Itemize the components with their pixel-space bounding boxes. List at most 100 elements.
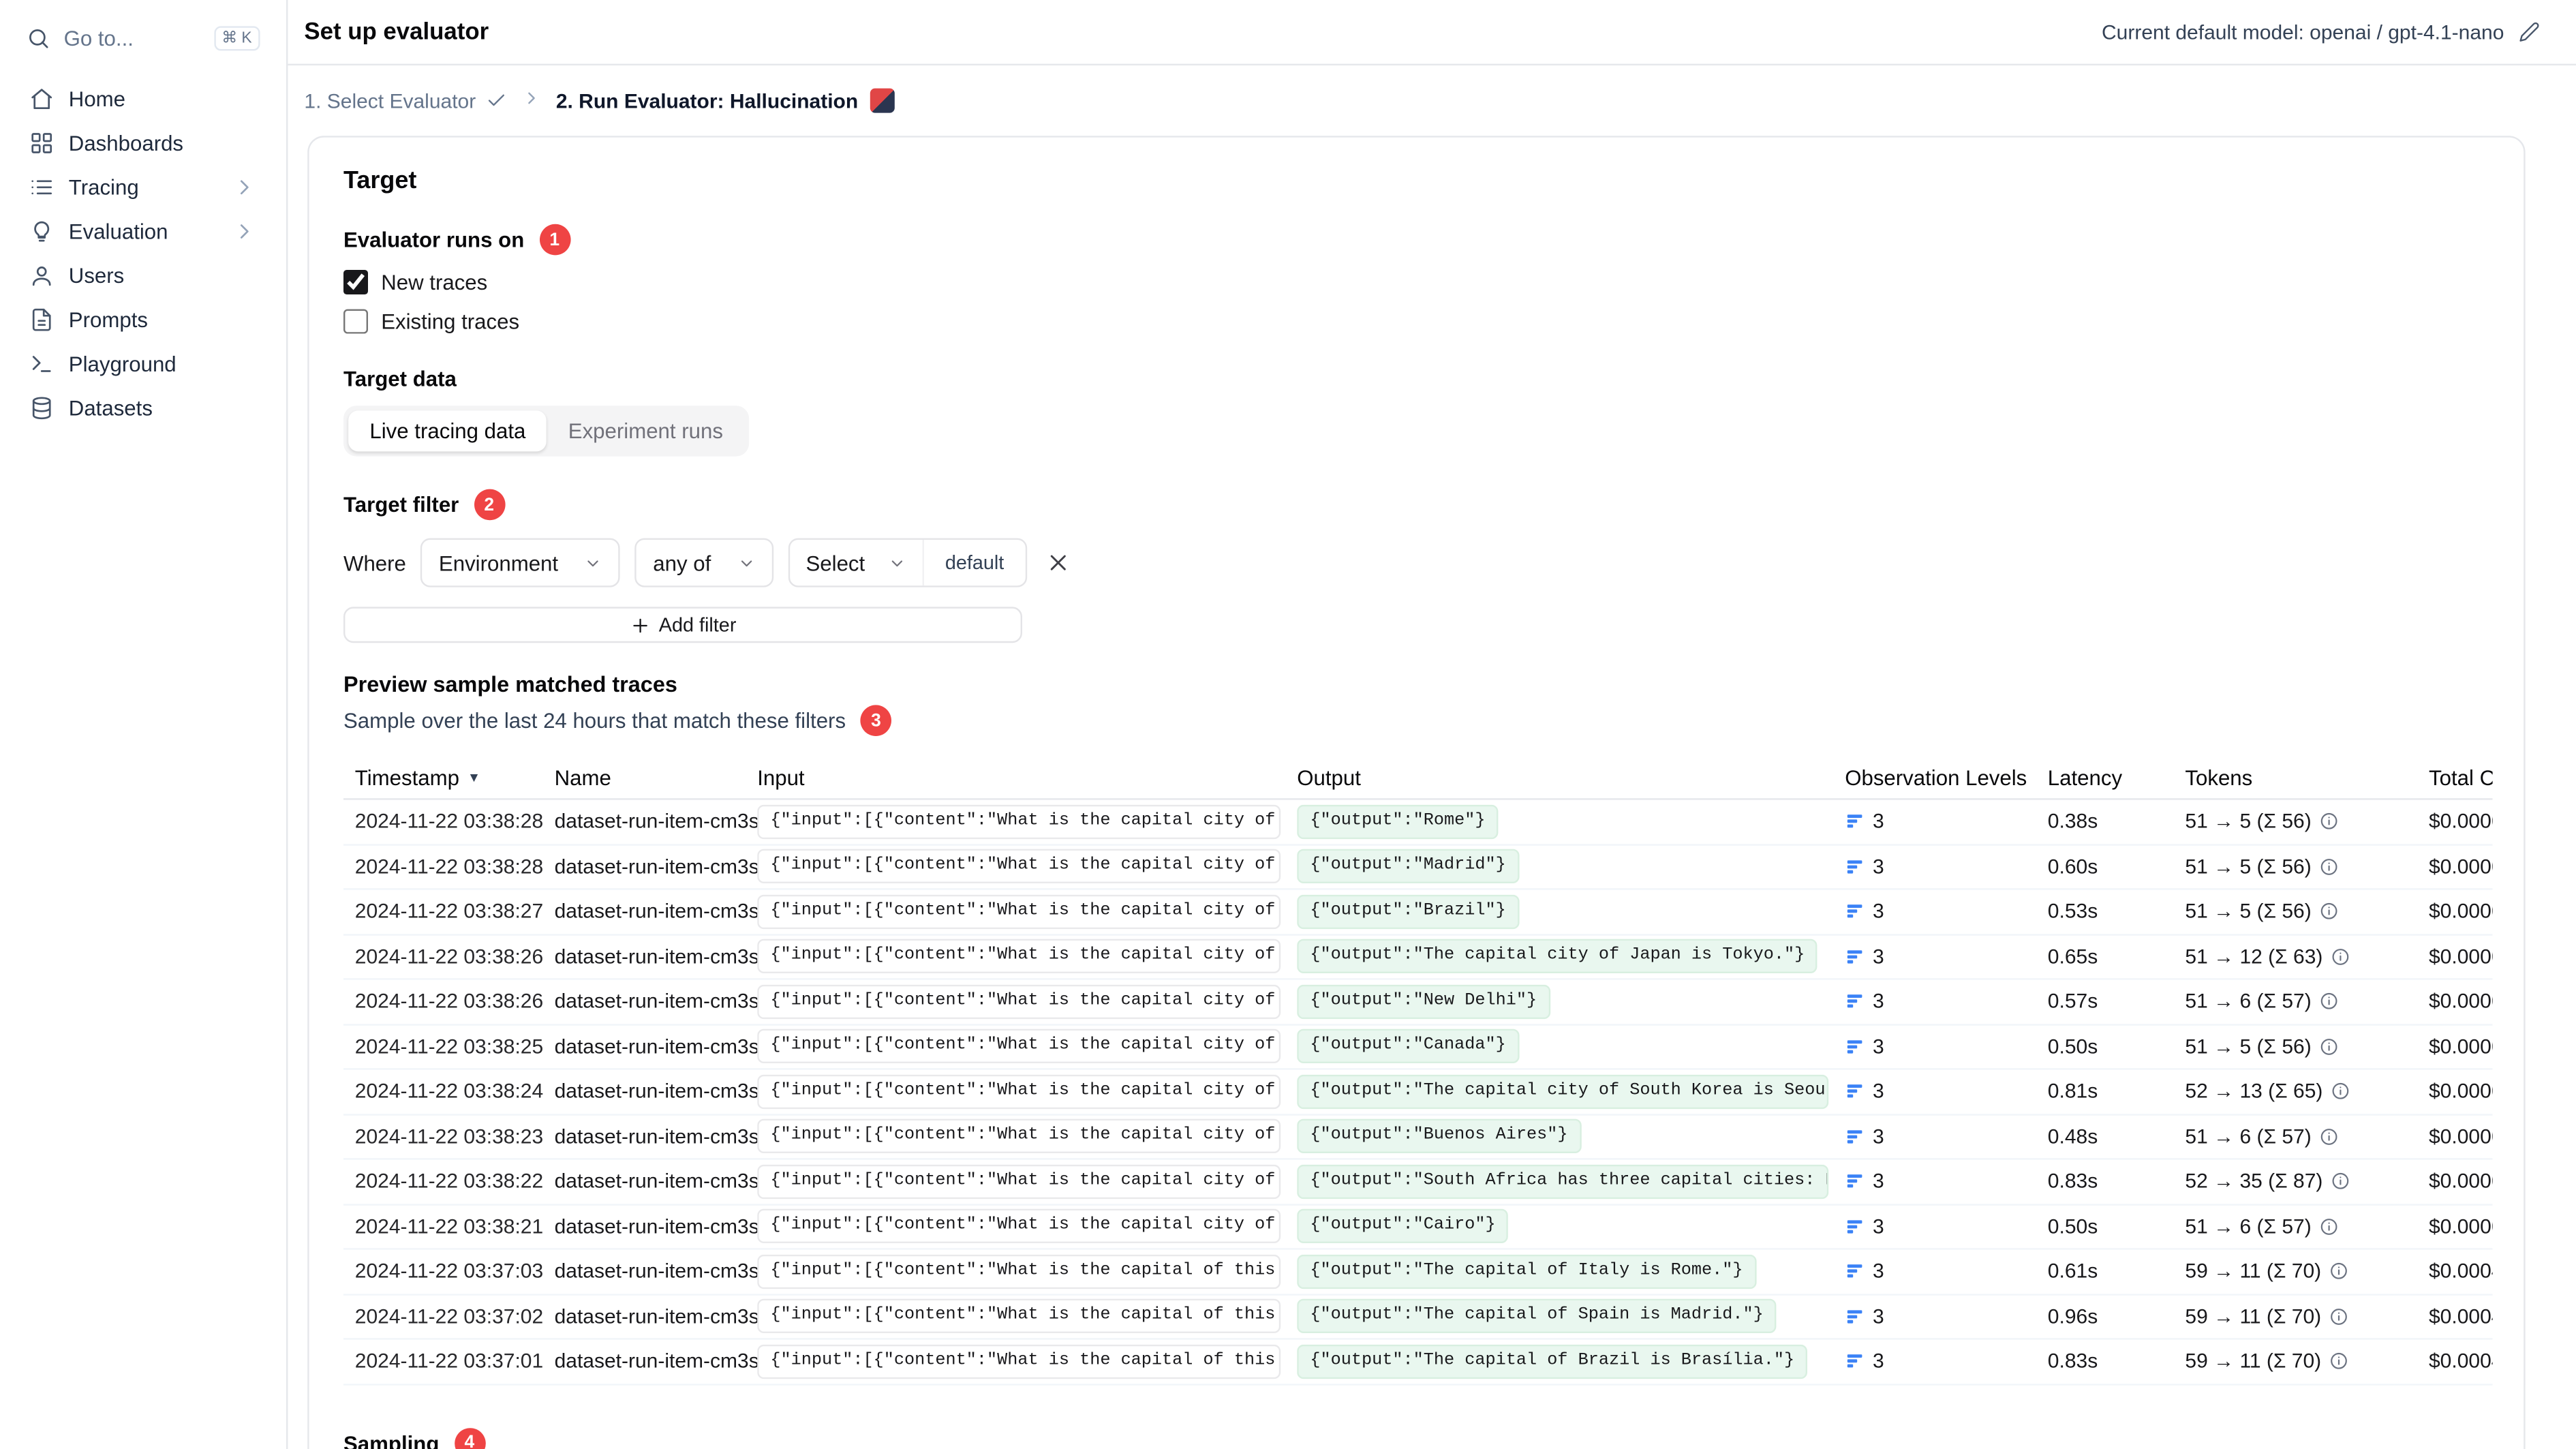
preview-section: Preview sample matched traces Sample ove… <box>343 672 2489 736</box>
column-header-name[interactable]: Name <box>555 765 758 790</box>
traces-table: Timestamp ▼ Name Input Output Observatio… <box>343 757 2493 1385</box>
info-icon <box>2329 1352 2349 1371</box>
cell-timestamp: 2024-11-22 03:38:26 <box>354 945 544 968</box>
add-filter-button[interactable]: Add filter <box>343 607 1023 643</box>
table-row[interactable]: 2024-11-22 03:38:28 dataset-run-item-cm3… <box>343 800 2493 845</box>
table-row[interactable]: 2024-11-22 03:37:02 dataset-run-item-cm3… <box>343 1295 2493 1340</box>
cell-timestamp: 2024-11-22 03:38:23 <box>354 1125 544 1148</box>
filter-field-select[interactable]: Environment <box>420 538 621 588</box>
cell-output: {"output":"The capital of Brazil is Bras… <box>1297 1344 1808 1379</box>
existing-traces-checkbox[interactable] <box>343 309 368 334</box>
cell-output: {"output":"Buenos Aires"} <box>1297 1119 1581 1154</box>
observation-levels-icon <box>1845 947 1865 966</box>
cell-name: dataset-run-item-cm3s4 <box>554 1170 758 1193</box>
cell-timestamp: 2024-11-22 03:38:27 <box>354 900 544 924</box>
cell-tokens: 51 → 5 (Σ 56) <box>2185 855 2312 879</box>
step2-label: 2. Run Evaluator: Hallucination <box>555 89 859 112</box>
edit-model-icon[interactable] <box>2519 21 2540 42</box>
cell-total-cost: $0.00046 ( <box>2429 1349 2493 1373</box>
table-row[interactable]: 2024-11-22 03:38:21 dataset-run-item-cm3… <box>343 1205 2493 1250</box>
chevron-down-icon <box>584 553 602 571</box>
table-row[interactable]: 2024-11-22 03:38:27 dataset-run-item-cm3… <box>343 890 2493 935</box>
evaluator-icon <box>870 88 895 113</box>
app-root: Go to... ⌘ K Home Dashboards Tracing Eva… <box>0 0 2576 1449</box>
cell-latency: 0.38s <box>2047 810 2098 834</box>
cell-total-cost: $0.00046 ( <box>2429 1260 2493 1283</box>
sidebar-item-evaluation[interactable]: Evaluation <box>16 209 270 254</box>
remove-filter-icon[interactable] <box>1045 549 1071 575</box>
column-header-observation-levels[interactable]: Observation Levels <box>1845 765 2048 790</box>
cell-total-cost: $0.000011 ( <box>2429 1125 2493 1148</box>
filter-value-chip: default <box>922 540 1025 586</box>
tab-live-tracing-data[interactable]: Live tracing data <box>348 410 547 452</box>
info-icon <box>2320 1127 2340 1146</box>
table-row[interactable]: 2024-11-22 03:38:26 dataset-run-item-cm3… <box>343 980 2493 1025</box>
filter-operator-select[interactable]: any of <box>634 538 773 588</box>
cell-latency: 0.83s <box>2047 1349 2098 1373</box>
observation-levels-icon <box>1845 1082 1865 1101</box>
table-row[interactable]: 2024-11-22 03:37:03 dataset-run-item-cm3… <box>343 1250 2493 1295</box>
column-header-output[interactable]: Output <box>1297 765 1845 790</box>
sidebar-item-prompts[interactable]: Prompts <box>16 298 270 342</box>
step-badge-3: 3 <box>860 705 892 736</box>
table-row[interactable]: 2024-11-22 03:38:24 dataset-run-item-cm3… <box>343 1070 2493 1115</box>
column-header-input[interactable]: Input <box>757 765 1297 790</box>
sidebar-item-dashboards[interactable]: Dashboards <box>16 121 270 166</box>
keyboard-shortcut: ⌘ K <box>213 26 260 51</box>
sidebar-item-home[interactable]: Home <box>16 77 270 121</box>
table-row[interactable]: 2024-11-22 03:38:22 dataset-run-item-cm3… <box>343 1160 2493 1205</box>
cell-input: {"input":[{"content":"What is the capita… <box>757 1209 1281 1244</box>
column-header-total-cost[interactable]: Total Cost <box>2429 765 2493 790</box>
datasets-icon <box>29 396 54 421</box>
target-card: Target Evaluator runs on 1 New traces Ex… <box>307 136 2526 1449</box>
new-traces-checkbox[interactable] <box>343 270 368 295</box>
step-select-evaluator[interactable]: 1. Select Evaluator <box>304 89 506 112</box>
cell-input: {"input":[{"content":"What is the capita… <box>757 1344 1281 1379</box>
cell-timestamp: 2024-11-22 03:38:26 <box>354 990 544 1013</box>
cell-total-cost: $0.000015 <box>2429 945 2493 968</box>
target-data-tabs: Live tracing data Experiment runs <box>343 406 750 457</box>
chevron-right-icon <box>521 89 541 113</box>
sampling-heading: Sampling <box>343 1430 440 1449</box>
cell-output: {"output":"Madrid"} <box>1297 849 1519 884</box>
cell-latency: 0.65s <box>2047 945 2098 968</box>
step-badge-1: 1 <box>538 224 570 256</box>
table-body: 2024-11-22 03:38:28 dataset-run-item-cm3… <box>343 800 2493 1385</box>
cell-output: {"output":"Rome"} <box>1297 804 1499 839</box>
observation-levels-icon <box>1845 1262 1865 1281</box>
info-icon <box>2331 1082 2350 1101</box>
cell-timestamp: 2024-11-22 03:38:21 <box>354 1215 544 1238</box>
tracing-icon <box>29 175 54 200</box>
sampling-section: Sampling 4 % <box>343 1427 2489 1449</box>
prompts-icon <box>29 307 54 332</box>
table-row[interactable]: 2024-11-22 03:37:01 dataset-run-item-cm3… <box>343 1340 2493 1385</box>
sidebar-item-label: Prompts <box>68 307 148 333</box>
sidebar: Go to... ⌘ K Home Dashboards Tracing Eva… <box>0 0 288 1449</box>
sidebar-item-users[interactable]: Users <box>16 254 270 298</box>
step1-label: 1. Select Evaluator <box>304 89 476 112</box>
goto-search[interactable]: Go to... ⌘ K <box>16 20 270 57</box>
sidebar-item-label: Home <box>68 87 126 112</box>
cell-input: {"input":[{"content":"What is the capita… <box>757 804 1281 839</box>
column-header-latency[interactable]: Latency <box>2048 765 2186 790</box>
table-row[interactable]: 2024-11-22 03:38:25 dataset-run-item-cm3… <box>343 1025 2493 1070</box>
observation-levels-icon <box>1845 902 1865 921</box>
checkbox-existing-traces[interactable]: Existing traces <box>343 309 2489 334</box>
column-header-tokens[interactable]: Tokens <box>2185 765 2429 790</box>
cell-input: {"input":[{"content":"What is the capita… <box>757 1119 1281 1154</box>
column-header-timestamp[interactable]: Timestamp ▼ <box>343 765 555 790</box>
sidebar-item-playground[interactable]: Playground <box>16 342 270 386</box>
sidebar-item-datasets[interactable]: Datasets <box>16 386 270 430</box>
table-row[interactable]: 2024-11-22 03:38:28 dataset-run-item-cm3… <box>343 845 2493 890</box>
tab-experiment-runs[interactable]: Experiment runs <box>547 410 745 451</box>
sidebar-item-tracing[interactable]: Tracing <box>16 165 270 209</box>
cell-total-cost: $0.000011 ( <box>2429 1215 2493 1238</box>
table-row[interactable]: 2024-11-22 03:38:23 dataset-run-item-cm3… <box>343 1115 2493 1160</box>
observation-levels-icon <box>1845 1127 1865 1146</box>
checkbox-new-traces[interactable]: New traces <box>343 270 2489 295</box>
info-icon <box>2320 857 2340 876</box>
table-row[interactable]: 2024-11-22 03:38:26 dataset-run-item-cm3… <box>343 935 2493 980</box>
cell-input: {"input":[{"content":"What is the capita… <box>757 1074 1281 1109</box>
observation-levels-icon <box>1845 812 1865 832</box>
filter-value-select[interactable]: Select <box>789 540 922 585</box>
